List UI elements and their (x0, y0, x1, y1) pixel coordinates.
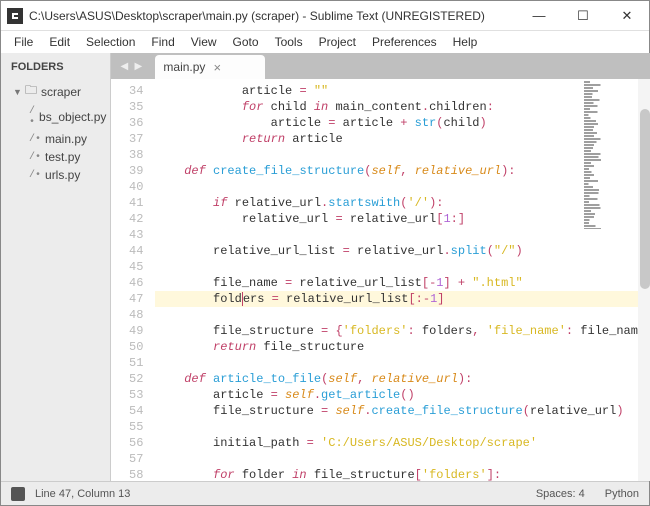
code-line[interactable] (155, 147, 650, 163)
menu-tools[interactable]: Tools (268, 33, 310, 51)
code-line[interactable]: file_name = relative_url_list[-1] + ".ht… (155, 275, 650, 291)
folder-label: scraper (41, 85, 81, 99)
code-line[interactable]: article = article + str(child) (155, 115, 650, 131)
code-line[interactable]: relative_url = relative_url[1:] (155, 211, 650, 227)
editor-panel: ◀ ▶ main.py × 34353637383940414243444546… (111, 53, 650, 481)
file-urls-py[interactable]: /•urls.py (1, 166, 110, 184)
menu-find[interactable]: Find (144, 33, 181, 51)
code-line[interactable]: initial_path = 'C:/Users/ASUS/Desktop/sc… (155, 435, 650, 451)
code-line[interactable]: def create_file_structure(self, relative… (155, 163, 650, 179)
code-line[interactable]: return article (155, 131, 650, 147)
menu-help[interactable]: Help (446, 33, 485, 51)
code-line[interactable]: file_structure = self.create_file_struct… (155, 403, 650, 419)
code-line[interactable] (155, 451, 650, 467)
tab-main-py[interactable]: main.py × (155, 55, 265, 79)
status-position[interactable]: Line 47, Column 13 (35, 488, 130, 500)
code-line[interactable]: article = "" (155, 83, 650, 99)
menu-project[interactable]: Project (312, 33, 363, 51)
chevron-down-icon: ▼ (13, 87, 21, 97)
statusbar: Line 47, Column 13 Spaces: 4 Python (1, 481, 649, 505)
code-line[interactable]: if relative_url.startswith('/'): (155, 195, 650, 211)
file-list: /•bs_object.py/•main.py/•test.py/•urls.p… (1, 104, 110, 184)
file-test-py[interactable]: /•test.py (1, 148, 110, 166)
code-line[interactable] (155, 355, 650, 371)
code-line[interactable] (155, 227, 650, 243)
menu-preferences[interactable]: Preferences (365, 33, 444, 51)
app-icon (7, 8, 23, 24)
file-main-py[interactable]: /•main.py (1, 130, 110, 148)
code-line[interactable]: def article_to_file(self, relative_url): (155, 371, 650, 387)
tab-label: main.py (163, 60, 205, 74)
menu-goto[interactable]: Goto (226, 33, 266, 51)
menu-file[interactable]: File (7, 33, 40, 51)
window-title: C:\Users\ASUS\Desktop\scraper\main.py (s… (29, 9, 517, 23)
code-line[interactable]: folders = relative_url_list[:-1] (155, 291, 650, 307)
status-syntax[interactable]: Python (605, 488, 639, 500)
tabbar: ◀ ▶ main.py × (111, 53, 650, 79)
code-line[interactable]: relative_url_list = relative_url.split("… (155, 243, 650, 259)
code-line[interactable]: article = self.get_article() (155, 387, 650, 403)
menu-selection[interactable]: Selection (79, 33, 142, 51)
code-line[interactable]: for child in main_content.children: (155, 99, 650, 115)
code-line[interactable]: file_structure = {'folders': folders, 'f… (155, 323, 650, 339)
folder-root[interactable]: ▼ 🗀 scraper (1, 79, 110, 104)
file-icon: /• (29, 152, 41, 163)
code-line[interactable] (155, 419, 650, 435)
scrollbar-thumb[interactable] (640, 109, 650, 289)
tab-nav-right-icon[interactable]: ▶ (131, 59, 145, 73)
code-line[interactable]: for folder in file_structure['folders']: (155, 467, 650, 481)
code-line[interactable]: return file_structure (155, 339, 650, 355)
close-button[interactable]: ✕ (605, 1, 649, 31)
code-area[interactable]: article = "" for child in main_content.c… (151, 79, 650, 481)
menu-view[interactable]: View (184, 33, 224, 51)
maximize-button[interactable]: ☐ (561, 1, 605, 31)
minimize-button[interactable]: — (517, 1, 561, 31)
tab-nav-left-icon[interactable]: ◀ (117, 59, 131, 73)
code-line[interactable] (155, 179, 650, 195)
code-line[interactable] (155, 307, 650, 323)
vertical-scrollbar[interactable] (638, 79, 650, 481)
file-icon: /• (29, 106, 35, 128)
tab-close-icon[interactable]: × (213, 60, 221, 75)
folder-icon: 🗀 (25, 81, 37, 102)
code-editor[interactable]: 3435363738394041424344454647484950515253… (111, 79, 650, 481)
menu-edit[interactable]: Edit (42, 33, 77, 51)
sidebar-header: FOLDERS (1, 59, 110, 79)
file-icon: /• (29, 134, 41, 145)
line-gutter: 3435363738394041424344454647484950515253… (111, 79, 151, 481)
file-icon: /• (29, 170, 41, 181)
sidebar: FOLDERS ▼ 🗀 scraper /•bs_object.py/•main… (1, 53, 111, 481)
status-spaces[interactable]: Spaces: 4 (536, 488, 585, 500)
titlebar: C:\Users\ASUS\Desktop\scraper\main.py (s… (1, 1, 649, 31)
status-icon[interactable] (11, 487, 25, 501)
menubar: FileEditSelectionFindViewGotoToolsProjec… (1, 31, 649, 53)
file-bs_object-py[interactable]: /•bs_object.py (1, 104, 110, 130)
folder-tree: ▼ 🗀 scraper /•bs_object.py/•main.py/•tes… (1, 79, 110, 184)
code-line[interactable] (155, 259, 650, 275)
